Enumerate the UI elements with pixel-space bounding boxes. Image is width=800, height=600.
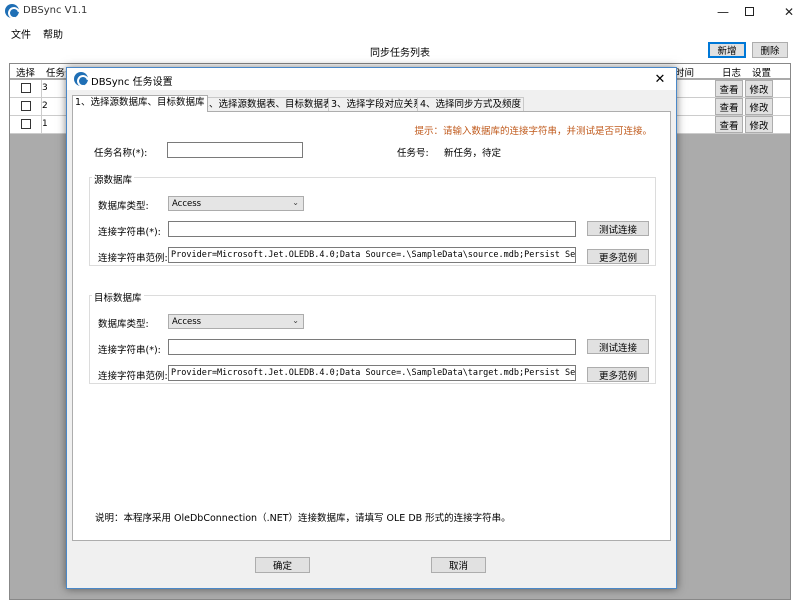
task-name-label: 任务名称(*):: [94, 148, 148, 159]
source-db-group: 源数据库 数据库类型: Access ⌄ 连接字符串(*): 测试连接 连接字符…: [89, 172, 656, 266]
new-task-button[interactable]: 新增: [708, 42, 746, 58]
edit-task-button[interactable]: 修改: [745, 116, 773, 133]
chevron-down-icon: ⌄: [292, 316, 299, 325]
target-db-type-label: 数据库类型:: [98, 319, 149, 330]
source-db-group-label: 源数据库: [92, 172, 135, 186]
dialog-close-button[interactable]: ✕: [650, 70, 670, 88]
row-task-id: 3: [42, 83, 48, 93]
tab-select-databases[interactable]: 1、选择源数据库、目标数据库: [72, 95, 208, 112]
column-header-settings[interactable]: 设置: [752, 65, 771, 79]
close-button[interactable]: ✕: [766, 0, 800, 23]
source-db-type-value: Access: [172, 199, 202, 209]
view-log-button[interactable]: 查看: [715, 116, 743, 133]
target-example-field[interactable]: Provider=Microsoft.Jet.OLEDB.4.0;Data So…: [168, 365, 576, 381]
target-example-label: 连接字符串范例:: [98, 371, 168, 382]
menu-bar: 文件 帮助: [0, 23, 800, 41]
source-conn-input[interactable]: [168, 221, 576, 237]
ok-button[interactable]: 确定: [255, 557, 310, 573]
tab-sync-mode[interactable]: 4、选择同步方式及频度: [417, 97, 525, 111]
source-example-field[interactable]: Provider=Microsoft.Jet.OLEDB.4.0;Data So…: [168, 247, 576, 263]
maximize-icon: [744, 7, 754, 16]
source-example-label: 连接字符串范例:: [98, 253, 168, 264]
row-select-cell: [10, 116, 42, 134]
row-checkbox[interactable]: [21, 119, 31, 129]
column-header-time[interactable]: 时间: [675, 65, 694, 79]
row-task-id: 2: [42, 101, 48, 111]
row-task-id: 1: [42, 119, 48, 129]
main-titlebar: DBSync V1.1 — ✕: [0, 0, 800, 23]
task-name-input[interactable]: [167, 142, 303, 158]
app-logo-icon: [74, 72, 88, 86]
task-no-value: 新任务，待定: [444, 148, 502, 159]
row-select-cell: [10, 80, 42, 98]
connection-note: 说明：本程序采用 OleDbConnection（.NET）连接数据库，请填写 …: [95, 513, 511, 524]
hint-text: 提示：请输入数据库的连接字符串，并测试是否可连接。: [414, 126, 652, 137]
row-select-cell: [10, 98, 42, 116]
task-no-label: 任务号:: [397, 148, 429, 159]
target-more-examples-button[interactable]: 更多范例: [587, 367, 649, 382]
task-settings-dialog: DBSync 任务设置 ✕ 1、选择源数据库、目标数据库 2、选择源数据表、目标…: [66, 67, 677, 589]
row-checkbox[interactable]: [21, 101, 31, 111]
tab-field-mapping[interactable]: 3、选择字段对应关系: [328, 97, 426, 111]
target-conn-label: 连接字符串(*):: [98, 345, 161, 356]
edit-task-button[interactable]: 修改: [745, 80, 773, 97]
task-list-title: 同步任务列表: [370, 48, 430, 59]
target-test-connection-button[interactable]: 测试连接: [587, 339, 649, 354]
target-db-group: 目标数据库 数据库类型: Access ⌄ 连接字符串(*): 测试连接 连接字…: [89, 290, 656, 384]
source-more-examples-button[interactable]: 更多范例: [587, 249, 649, 264]
tab-select-tables[interactable]: 2、选择源数据表、目标数据表: [200, 97, 336, 111]
dialog-titlebar: DBSync 任务设置 ✕: [67, 68, 676, 90]
target-conn-input[interactable]: [168, 339, 576, 355]
column-header-select[interactable]: 选择: [16, 65, 35, 79]
tab-panel: 提示：请输入数据库的连接字符串，并测试是否可连接。 任务名称(*): 任务号: …: [72, 111, 671, 541]
view-log-button[interactable]: 查看: [715, 98, 743, 115]
source-db-type-select[interactable]: Access ⌄: [168, 196, 304, 211]
chevron-down-icon: ⌄: [292, 198, 299, 207]
source-conn-label: 连接字符串(*):: [98, 227, 161, 238]
edit-task-button[interactable]: 修改: [745, 98, 773, 115]
column-header-log[interactable]: 日志: [722, 65, 741, 79]
cancel-button[interactable]: 取消: [431, 557, 486, 573]
row-checkbox[interactable]: [21, 83, 31, 93]
source-test-connection-button[interactable]: 测试连接: [587, 221, 649, 236]
dialog-title: DBSync 任务设置: [91, 77, 173, 88]
delete-task-button[interactable]: 删除: [752, 42, 788, 58]
target-db-group-label: 目标数据库: [92, 290, 144, 304]
tab-strip: 1、选择源数据库、目标数据库 2、选择源数据表、目标数据表 3、选择字段对应关系…: [72, 95, 672, 112]
menu-help[interactable]: 帮助: [43, 26, 63, 41]
source-db-type-label: 数据库类型:: [98, 201, 149, 212]
main-window-title: DBSync V1.1: [23, 5, 88, 16]
target-db-type-select[interactable]: Access ⌄: [168, 314, 304, 329]
app-logo-icon: [5, 4, 19, 18]
menu-file[interactable]: 文件: [11, 26, 31, 41]
target-db-type-value: Access: [172, 317, 202, 327]
view-log-button[interactable]: 查看: [715, 80, 743, 97]
